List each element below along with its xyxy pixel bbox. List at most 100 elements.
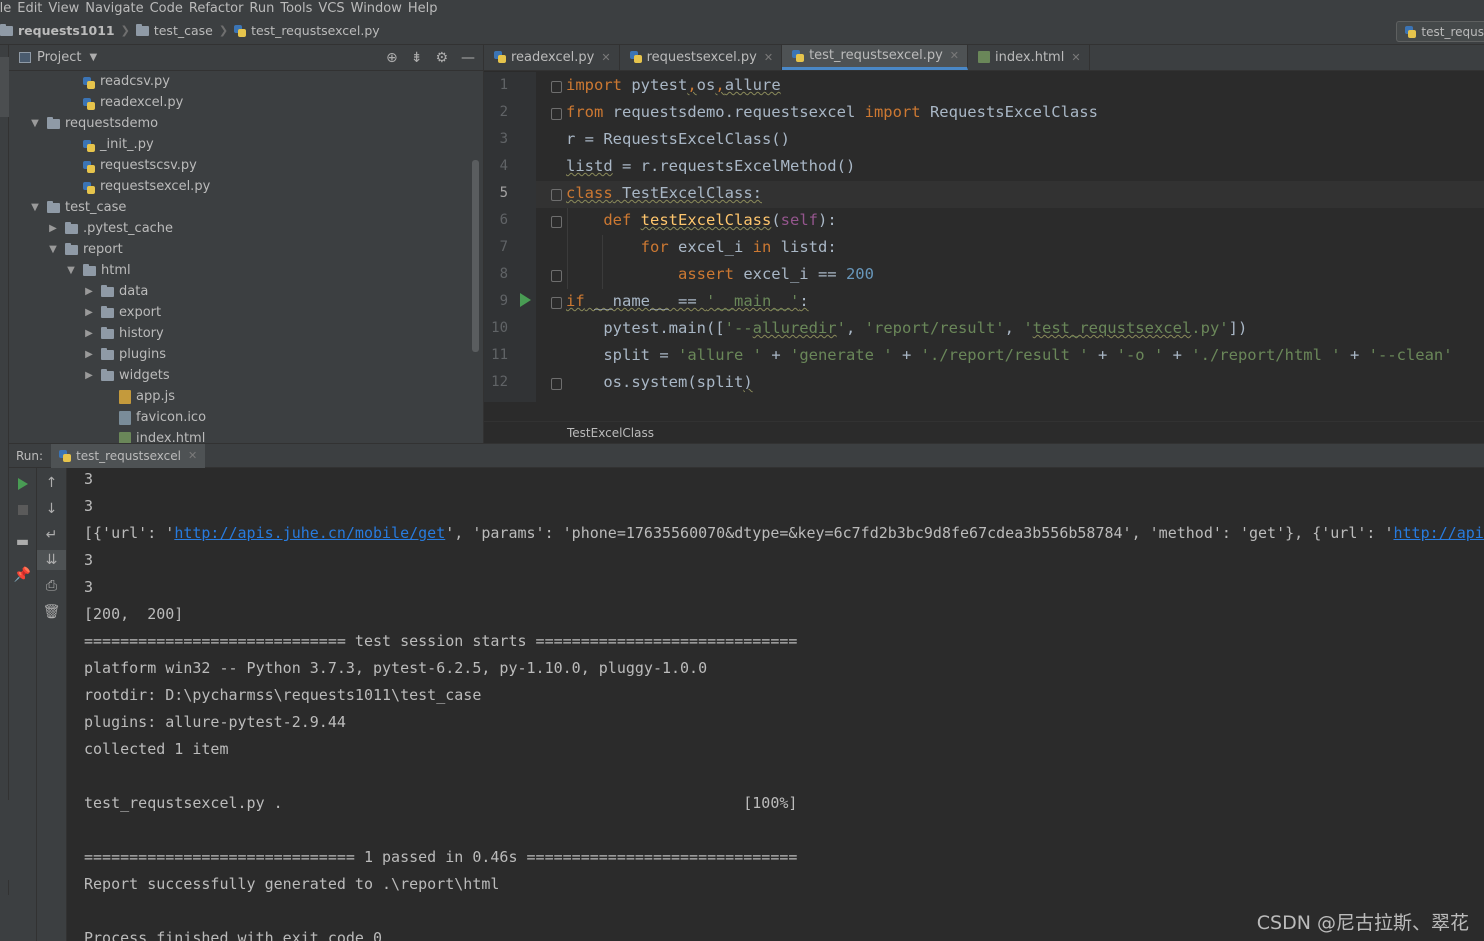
- chevron-down-icon[interactable]: ▼: [29, 202, 41, 213]
- chevron-down-icon[interactable]: ▼: [47, 244, 59, 255]
- line-number: 11: [491, 347, 508, 363]
- chevron-down-icon[interactable]: ▼: [89, 52, 97, 63]
- hide-panel-icon[interactable]: —: [461, 50, 475, 66]
- console-line: 3: [84, 497, 94, 515]
- tree-item-requestscsv-py[interactable]: requestscsv.py: [65, 155, 197, 176]
- rerun-button[interactable]: [9, 474, 36, 494]
- stop-button[interactable]: [9, 500, 36, 520]
- navigation-bar: requests1011 ❯ test_case ❯ test_requstse…: [0, 17, 1484, 45]
- tree-item-requestsdemo[interactable]: ▼ requestsdemo: [29, 113, 158, 134]
- chevron-down-icon[interactable]: ▼: [65, 265, 77, 276]
- tree-item-data[interactable]: ▶ data: [83, 281, 148, 302]
- menu-help[interactable]: Help: [408, 0, 446, 17]
- tab-readexcel-py[interactable]: readexcel.py ✕: [484, 45, 620, 70]
- breadcrumb-folder[interactable]: test_case: [135, 23, 213, 38]
- console-line: Process finished with exit code 0: [84, 929, 383, 941]
- fold-marker[interactable]: [551, 189, 562, 201]
- scroll-down-button[interactable]: ↓: [37, 499, 66, 519]
- print-button[interactable]: ⎙: [37, 576, 66, 596]
- url-link[interactable]: http://apis.juhe.cn/mobile/get: [174, 524, 445, 542]
- tree-item-label: data: [119, 284, 149, 299]
- tree-item--pytest-cache[interactable]: ▶ .pytest_cache: [47, 218, 173, 239]
- chevron-right-icon[interactable]: ▶: [83, 370, 95, 381]
- structure-tool-tab[interactable]: [0, 895, 9, 941]
- python-file-icon: [494, 51, 506, 63]
- soft-wrap-button[interactable]: ↵: [37, 525, 66, 545]
- fold-marker[interactable]: [551, 297, 562, 309]
- tree-item-history[interactable]: ▶ history: [83, 323, 164, 344]
- tab-test-requstsexcel-py[interactable]: test_requstsexcel.py ✕: [782, 45, 969, 70]
- run-icon[interactable]: [520, 293, 531, 307]
- chevron-down-icon[interactable]: ▼: [29, 118, 41, 129]
- line-number: 10: [491, 320, 508, 336]
- tree-item-favicon-ico[interactable]: favicon.ico: [101, 407, 206, 428]
- scroll-up-button[interactable]: ↑: [37, 473, 66, 493]
- run-tab[interactable]: test_requstsexcel ✕: [51, 443, 206, 468]
- close-icon[interactable]: ✕: [950, 49, 959, 62]
- favorites-tool-tab[interactable]: [0, 800, 9, 880]
- console-line: [200, 200]: [84, 605, 184, 623]
- clear-button[interactable]: 🗑: [37, 602, 66, 622]
- breadcrumb-project[interactable]: requests1011: [0, 23, 115, 38]
- javascript-file-icon: [119, 389, 131, 404]
- menu-navigate[interactable]: Navigate: [85, 0, 151, 17]
- chevron-right-icon[interactable]: ▶: [83, 328, 95, 339]
- chevron-right-icon[interactable]: ▶: [47, 223, 59, 234]
- console-line: 3: [84, 551, 94, 569]
- url-link[interactable]: http://apis: [1393, 524, 1484, 542]
- run-panel-header: Run: test_requstsexcel ✕: [9, 443, 1484, 468]
- menu-tools[interactable]: Tools: [280, 0, 320, 17]
- close-icon[interactable]: ✕: [764, 51, 773, 64]
- fold-marker[interactable]: [551, 270, 562, 282]
- chevron-right-icon[interactable]: ▶: [83, 307, 95, 318]
- menu-view[interactable]: View: [48, 0, 87, 17]
- fold-marker[interactable]: [551, 216, 562, 228]
- menu-refactor[interactable]: Refactor: [189, 0, 252, 17]
- run-toolbar-secondary: ↑ ↓ ↵ ⇊ ⎙ 🗑: [37, 468, 67, 941]
- breadcrumb-file[interactable]: test_requstsexcel.py: [234, 23, 380, 38]
- layout-button[interactable]: ▬: [9, 532, 36, 552]
- project-tool-tab[interactable]: [0, 57, 9, 117]
- console-output[interactable]: 3 3 [{'url': 'http://apis.juhe.cn/mobile…: [67, 468, 1484, 941]
- tree-item-test-case[interactable]: ▼ test_case: [29, 197, 126, 218]
- pin-icon: 📌: [13, 567, 32, 583]
- menu-run[interactable]: Run: [249, 0, 282, 17]
- pin-button[interactable]: 📌: [9, 565, 36, 585]
- tree-item-plugins[interactable]: ▶ plugins: [83, 344, 166, 365]
- tree-item-app-js[interactable]: app.js: [101, 386, 175, 407]
- scroll-to-end-button[interactable]: ⇊: [37, 550, 66, 570]
- tree-item-html[interactable]: ▼ html: [65, 260, 130, 281]
- project-view-selector[interactable]: Project: [37, 50, 81, 65]
- close-icon[interactable]: ✕: [1071, 51, 1080, 64]
- fold-marker[interactable]: [551, 378, 562, 390]
- menu-vcs[interactable]: VCS: [318, 0, 352, 17]
- menu-edit[interactable]: Edit: [17, 0, 50, 17]
- tree-item-requestsexcel-py[interactable]: requestsexcel.py: [65, 176, 210, 197]
- run-configuration-selector[interactable]: test_requs: [1396, 21, 1484, 42]
- locate-file-icon[interactable]: ⊕: [386, 50, 398, 66]
- fold-marker[interactable]: [551, 81, 562, 93]
- fold-marker[interactable]: [551, 108, 562, 120]
- close-icon[interactable]: ✕: [188, 449, 197, 462]
- python-file-icon: [792, 49, 805, 62]
- tree-item-readexcel-py[interactable]: readexcel.py: [65, 92, 183, 113]
- tab-requestsexcel-py[interactable]: requestsexcel.py ✕: [620, 45, 783, 70]
- menu-window[interactable]: Window: [351, 0, 410, 17]
- chevron-right-icon[interactable]: ▶: [83, 349, 95, 360]
- tree-item-export[interactable]: ▶ export: [83, 302, 161, 323]
- chevron-right-icon[interactable]: ▶: [83, 286, 95, 297]
- gear-icon[interactable]: ⚙: [435, 50, 448, 66]
- close-icon[interactable]: ✕: [601, 51, 610, 64]
- tree-item-widgets[interactable]: ▶ widgets: [83, 365, 169, 386]
- structure-breadcrumb[interactable]: TestExcelClass: [484, 421, 1484, 443]
- tab-label: test_requstsexcel.py: [809, 48, 943, 63]
- menu-code[interactable]: Code: [150, 0, 191, 17]
- tree-item-readcsv-py[interactable]: readcsv.py: [65, 71, 170, 92]
- tree-scrollbar[interactable]: [472, 160, 479, 352]
- tree-item-report[interactable]: ▼ report: [47, 239, 123, 260]
- tree-item-index-html[interactable]: index.html: [101, 428, 205, 443]
- tree-item--init-py[interactable]: _init_.py: [65, 134, 154, 155]
- collapse-all-icon[interactable]: ⇟: [411, 50, 423, 66]
- tab-index-html[interactable]: index.html ✕: [968, 45, 1090, 70]
- console-line: ============================= test sessi…: [84, 632, 798, 650]
